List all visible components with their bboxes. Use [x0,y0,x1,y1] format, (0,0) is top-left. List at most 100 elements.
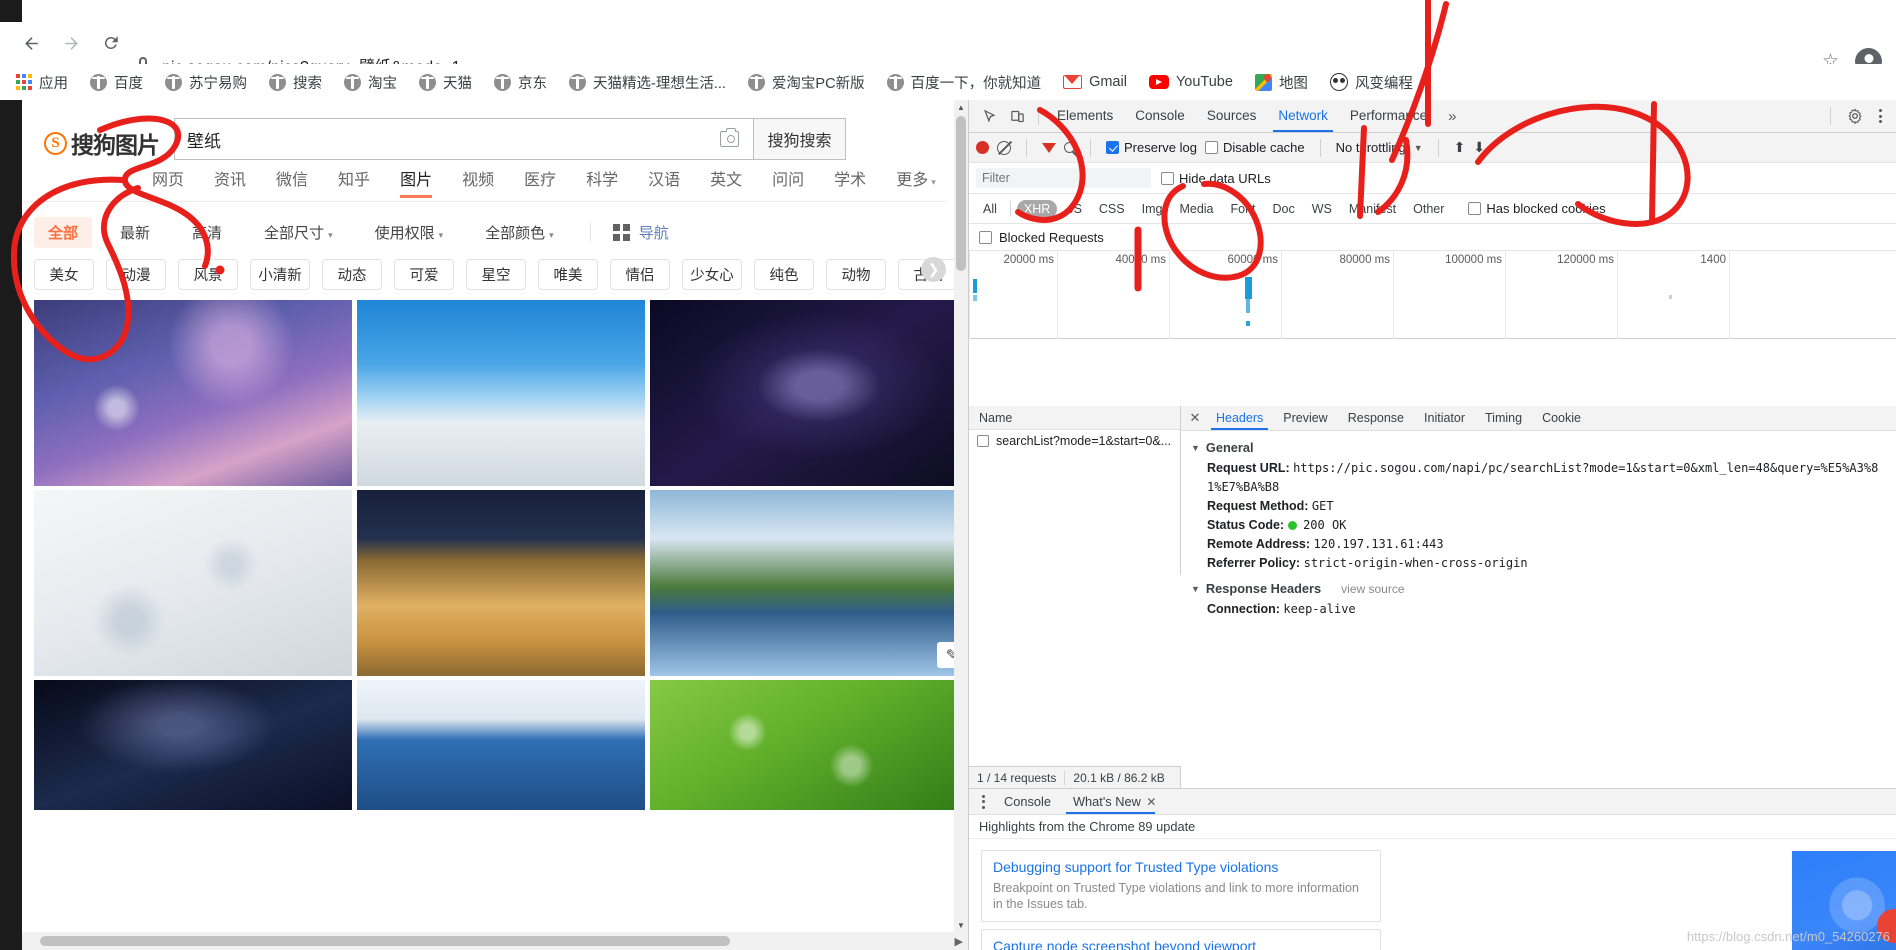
sogou-search-box[interactable] [174,118,754,160]
type-filter-doc[interactable]: Doc [1266,200,1302,218]
checkbox-icon[interactable] [1106,141,1119,154]
detail-tab-cookies[interactable]: Cookie [1533,406,1590,430]
checkbox-icon[interactable] [1161,171,1174,185]
tab-video[interactable]: 视频 [462,166,494,198]
bookmark-baidu-yixia[interactable]: 百度一下，你就知道 [886,72,1041,93]
chevron-down-icon[interactable]: ▼ [1414,143,1423,153]
bookmark-maps[interactable]: 地图 [1254,72,1308,93]
image-tile-blue-water-white-horizon[interactable] [357,680,645,810]
forward-arrow-icon[interactable] [54,26,88,60]
filter-color[interactable]: 全部颜色 ▾ [471,217,568,248]
close-icon[interactable]: ✕ [1185,408,1205,428]
type-filter-css[interactable]: CSS [1092,200,1132,218]
bookmark-fengbian[interactable]: 风变编程 [1329,72,1413,93]
clear-requests-icon[interactable] [997,140,1011,155]
filter-license[interactable]: 使用权限 ▾ [361,217,458,248]
vertical-scrollbar[interactable]: ▲ ▼ [954,100,968,932]
tab-sources[interactable]: Sources [1196,100,1268,132]
tab-science[interactable]: 科学 [586,166,618,198]
detail-tab-headers[interactable]: Headers [1207,406,1272,430]
chip-qinglv[interactable]: 情侣 [610,258,670,290]
chip-chunse[interactable]: 纯色 [754,258,814,290]
bookmark-jd[interactable]: 京东 [494,72,547,93]
search-button[interactable]: 搜狗搜索 [754,118,846,160]
export-har-icon[interactable]: ⬇ [1473,139,1485,156]
type-filter-ws[interactable]: WS [1305,200,1339,218]
record-button-icon[interactable] [976,141,989,154]
type-filter-manifest[interactable]: Manifest [1342,200,1403,218]
has-blocked-cookies-checkbox[interactable]: Has blocked cookies [1468,201,1606,216]
chevron-right-icon[interactable]: ▶ [955,935,963,948]
image-tile-fantasy-tree-landscape[interactable] [34,300,352,486]
tab-webpage[interactable]: 网页 [152,166,184,198]
tab-performance[interactable]: Performance [1339,100,1438,132]
card-title[interactable]: Debugging support for Trusted Type viola… [993,858,1369,877]
tab-medical[interactable]: 医疗 [524,166,556,198]
reload-icon[interactable] [94,26,128,60]
device-toolbar-icon[interactable] [1003,103,1031,129]
checkbox-icon[interactable] [977,435,989,447]
bookmark-aitaobao[interactable]: 爱淘宝PC新版 [747,72,865,93]
response-headers-section-title[interactable]: ▼ Response Headers view source [1191,581,1887,596]
image-tile-green-leaf-water-drops[interactable] [650,680,968,810]
tab-chinese[interactable]: 汉语 [648,166,680,198]
filter-size[interactable]: 全部尺寸 ▾ [250,217,347,248]
filter-all[interactable]: 全部 [34,216,93,248]
general-section-title[interactable]: ▼ General [1191,440,1887,455]
drawer-tab-whats-new[interactable]: What's New ✕ [1064,789,1166,814]
throttling-select[interactable]: No throttling [1336,140,1406,155]
horizontal-scrollbar[interactable]: ▶ [22,932,968,950]
drawer-tab-console[interactable]: Console [995,789,1060,814]
tab-english[interactable]: 英文 [710,166,742,198]
vertical-scrollbar-thumb[interactable] [956,116,966,271]
image-tile-milky-way-starry-night[interactable] [650,300,968,486]
bookmark-gmail[interactable]: Gmail [1063,74,1127,90]
chip-fengjing[interactable]: 风景 [178,258,238,290]
bookmark-tmall-selection[interactable]: 天猫精选-理想生活... [569,72,726,93]
network-overview-timeline[interactable]: 20000 ms 40000 ms 60000 ms 80000 ms 1000… [969,251,1896,339]
type-filter-xhr[interactable]: XHR [1016,199,1058,218]
tab-console[interactable]: Console [1124,100,1196,132]
filter-newest[interactable]: 最新 [106,217,164,248]
image-tile-white-flowers-soft[interactable] [34,490,352,676]
type-filter-media[interactable]: Media [1172,200,1220,218]
bookmark-search[interactable]: 搜索 [269,72,322,93]
type-filter-other[interactable]: Other [1406,200,1451,218]
preserve-log-checkbox[interactable]: Preserve log [1106,140,1197,155]
nav-link[interactable]: 导航 [612,222,669,243]
bookmark-baidu[interactable]: 百度 [90,72,143,93]
chevron-right-icon[interactable]: ❯ [921,257,946,282]
checkbox-icon[interactable] [1204,141,1218,154]
search-icon[interactable] [1064,142,1075,153]
tab-elements[interactable]: Elements [1046,100,1124,132]
tab-network[interactable]: Network [1267,100,1339,132]
tab-more[interactable]: 更多 ▾ [896,166,936,198]
type-filter-js[interactable]: JS [1060,200,1089,218]
image-tile-snow-mountain-blue-sky[interactable] [357,300,645,486]
tab-ask[interactable]: 问问 [772,166,804,198]
tab-news[interactable]: 资讯 [214,166,246,198]
bookmark-suning[interactable]: 苏宁易购 [165,72,247,93]
checkbox-icon[interactable] [979,230,992,244]
chevron-up-icon[interactable]: ▲ [954,100,968,114]
bookmark-tmall[interactable]: 天猫 [419,72,472,93]
chip-xiaoqingxin[interactable]: 小清新 [250,258,310,290]
chip-keai[interactable]: 可爱 [394,258,454,290]
tab-zhihu[interactable]: 知乎 [338,166,370,198]
filter-hd[interactable]: 高清 [178,217,236,248]
disable-cache-checkbox[interactable]: Disable cache [1204,140,1305,155]
chevron-double-right-icon[interactable]: » [1438,108,1466,125]
filter-input[interactable] [976,168,1151,188]
detail-tab-preview[interactable]: Preview [1274,406,1336,430]
chip-dongman[interactable]: 动漫 [106,258,166,290]
table-row[interactable]: searchList?mode=1&start=0&... [969,430,1180,452]
type-filter-all[interactable]: All [976,200,1004,218]
bookmark-apps[interactable]: 应用 [16,72,68,93]
chip-meinv[interactable]: 美女 [34,258,94,290]
tab-academic[interactable]: 学术 [834,166,866,198]
type-filter-img[interactable]: Img [1135,200,1170,218]
bookmark-taobao[interactable]: 淘宝 [344,72,397,93]
sogou-logo[interactable]: S 搜狗图片 [44,126,160,160]
close-icon[interactable]: ✕ [1146,795,1156,809]
type-filter-font[interactable]: Font [1224,200,1263,218]
